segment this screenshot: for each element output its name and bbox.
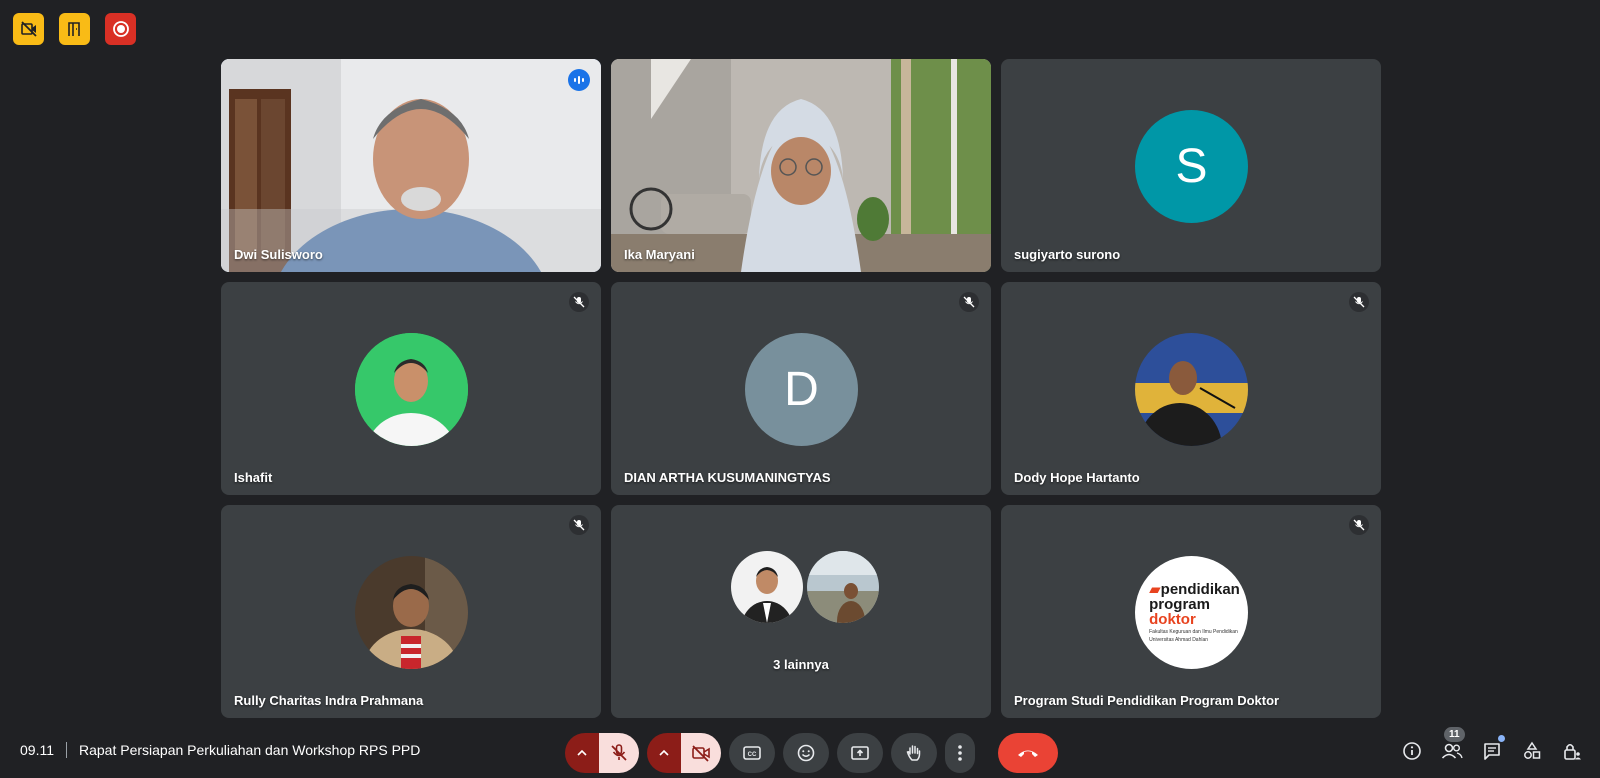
camera-control xyxy=(647,733,721,773)
mic-off-icon xyxy=(569,292,589,312)
mic-off-icon xyxy=(1349,515,1369,535)
more-options-button[interactable] xyxy=(945,733,975,773)
participant-name: Rully Charitas Indra Prahmana xyxy=(234,693,424,708)
hang-up-icon xyxy=(1018,750,1038,757)
camera-off-icon xyxy=(692,745,710,762)
shapes-icon xyxy=(1524,741,1541,759)
participant-name: Dwi Sulisworo xyxy=(234,247,323,262)
svg-text:CC: CC xyxy=(748,752,757,758)
avatar xyxy=(1135,332,1248,446)
captions-button[interactable]: CC xyxy=(729,733,775,773)
mic-off-icon xyxy=(569,515,589,535)
participant-video xyxy=(611,59,991,272)
participant-name: Program Studi Pendidikan Program Doktor xyxy=(1014,693,1280,708)
avatar xyxy=(355,332,468,446)
activities-button[interactable] xyxy=(1516,733,1548,769)
participant-grid: Dwi Sulisworo Ika Maryani S sugiyarto su… xyxy=(221,59,1381,718)
participant-tile[interactable]: D DIAN ARTHA KUSUMANINGTYAS xyxy=(611,282,991,495)
mic-toggle-button[interactable] xyxy=(599,733,639,773)
meeting-time: 09.11 xyxy=(20,742,54,758)
avatar: ▰pendidikan program doktor Fakultas Kegu… xyxy=(1135,555,1248,669)
avatar xyxy=(731,551,803,623)
info-icon xyxy=(1403,742,1421,760)
avatar: D xyxy=(745,332,858,446)
participant-name: 3 lainnya xyxy=(773,657,829,672)
meeting-title: Rapat Persiapan Perkuliahan dan Workshop… xyxy=(79,742,421,758)
participant-tile[interactable]: Ika Maryani xyxy=(611,59,991,272)
closed-captions-icon: CC xyxy=(743,746,761,760)
chat-button[interactable] xyxy=(1476,733,1508,769)
participant-tile[interactable]: Dwi Sulisworo xyxy=(221,59,601,272)
mic-off-icon xyxy=(1349,292,1369,312)
program-logo: ▰pendidikan program doktor Fakultas Kegu… xyxy=(1149,580,1240,643)
side-panel-controls: 11 xyxy=(1396,727,1588,769)
speaking-indicator-icon xyxy=(568,69,590,91)
camera-toggle-button[interactable] xyxy=(681,733,721,773)
avatar xyxy=(355,555,468,669)
chevron-up-icon xyxy=(577,749,587,756)
others-avatars xyxy=(731,551,879,623)
no-video-recording-icon[interactable] xyxy=(13,13,44,45)
participant-tile[interactable]: S sugiyarto surono xyxy=(1001,59,1381,272)
people-button[interactable]: 11 xyxy=(1436,727,1468,769)
meeting-info: 09.11 Rapat Persiapan Perkuliahan dan Wo… xyxy=(20,742,420,758)
video-settings-button[interactable] xyxy=(647,733,681,773)
status-badges xyxy=(13,13,136,45)
participant-count: 11 xyxy=(1444,727,1465,742)
participant-tile[interactable]: Dody Hope Hartanto xyxy=(1001,282,1381,495)
door-exit-icon[interactable] xyxy=(59,13,90,45)
avatar: S xyxy=(1135,109,1248,223)
emoji-icon xyxy=(797,744,815,762)
participant-video xyxy=(221,59,601,272)
others-tile[interactable]: 3 lainnya xyxy=(611,505,991,718)
people-icon xyxy=(1441,743,1463,759)
participant-name: Ika Maryani xyxy=(624,247,695,262)
meeting-details-button[interactable] xyxy=(1396,733,1428,769)
call-controls-bar: 09.11 Rapat Persiapan Perkuliahan dan Wo… xyxy=(0,727,1600,773)
participant-tile[interactable]: ▰pendidikan program doktor Fakultas Kegu… xyxy=(1001,505,1381,718)
chevron-up-icon xyxy=(659,749,669,756)
avatar xyxy=(807,551,879,623)
participant-tile[interactable]: Ishafit xyxy=(221,282,601,495)
divider xyxy=(66,742,67,758)
present-screen-button[interactable] xyxy=(837,733,883,773)
more-vert-icon xyxy=(958,745,962,761)
leave-call-button[interactable] xyxy=(998,733,1058,773)
avatar-letter: S xyxy=(1175,139,1208,193)
participant-name: DIAN ARTHA KUSUMANINGTYAS xyxy=(624,470,831,485)
lock-person-icon xyxy=(1564,743,1581,760)
participant-name: sugiyarto surono xyxy=(1014,247,1121,262)
host-controls-button[interactable] xyxy=(1556,733,1588,769)
audio-settings-button[interactable] xyxy=(565,733,599,773)
reactions-button[interactable] xyxy=(783,733,829,773)
participant-name: Ishafit xyxy=(234,470,273,485)
recording-icon[interactable] xyxy=(105,13,136,45)
participant-name: Dody Hope Hartanto xyxy=(1014,470,1140,485)
avatar-letter: D xyxy=(784,362,819,416)
mic-off-icon xyxy=(611,744,627,761)
mic-control xyxy=(565,733,639,773)
mic-off-icon xyxy=(959,292,979,312)
participant-tile[interactable]: Rully Charitas Indra Prahmana xyxy=(221,505,601,718)
unread-indicator xyxy=(1498,735,1505,742)
chat-icon xyxy=(1484,743,1500,760)
hand-icon xyxy=(906,745,921,761)
call-controls: CC xyxy=(565,733,1058,773)
present-screen-icon xyxy=(851,746,869,760)
raise-hand-button[interactable] xyxy=(891,733,937,773)
